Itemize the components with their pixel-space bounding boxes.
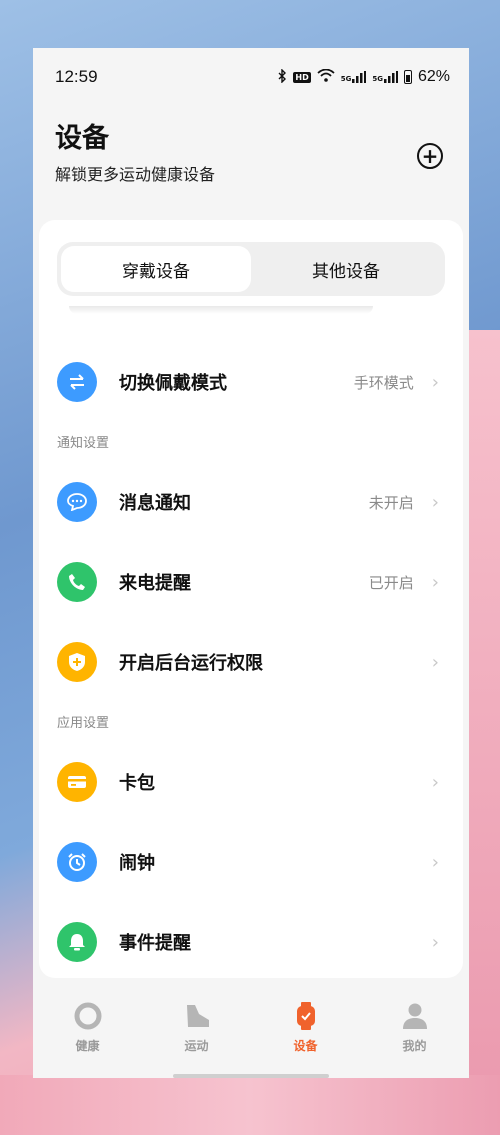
chevron-right-icon: › <box>431 931 439 953</box>
nav-item-exercise[interactable]: 运动 <box>142 983 251 1078</box>
row-event-reminder[interactable]: 事件提醒 › <box>57 912 439 972</box>
chevron-right-icon: › <box>431 651 439 673</box>
row-label: 卡包 <box>119 773 155 794</box>
ring-icon <box>73 1001 103 1031</box>
signal-icon-2: 5G <box>372 71 398 83</box>
shoe-icon <box>182 1001 212 1031</box>
nav-label: 运动 <box>184 1039 209 1053</box>
battery-percent: 62% <box>417 68 450 85</box>
page-title: 设备 <box>55 123 109 154</box>
plus-icon: + <box>421 144 439 168</box>
section-notification-settings: 通知设置 <box>57 436 110 451</box>
status-time: 12:59 <box>55 67 98 86</box>
signal-1-label: 5G <box>340 75 352 83</box>
row-alarm[interactable]: 闹钟 › <box>57 832 439 892</box>
nav-item-devices[interactable]: 设备 <box>251 983 360 1078</box>
chevron-right-icon: › <box>431 491 439 513</box>
row-label: 来电提醒 <box>119 573 191 594</box>
chevron-right-icon: › <box>431 571 439 593</box>
status-bar: 12:59 HD 5G 5G 62% <box>33 48 469 106</box>
message-icon <box>57 482 97 522</box>
row-value: 未开启 <box>368 493 414 512</box>
settings-card: 穿戴设备 其他设备 切换佩戴模式 手环模式 › 通知设置 消息通知 未开启 › <box>39 220 463 978</box>
row-call-reminder[interactable]: 来电提醒 已开启 › <box>57 552 439 612</box>
page-header: 设备 解锁更多运动健康设备 <box>55 116 215 185</box>
row-label: 开启后台运行权限 <box>119 653 263 674</box>
signal-2-label: 5G <box>372 75 383 83</box>
home-indicator[interactable] <box>173 1074 329 1078</box>
row-value: 已开启 <box>368 573 414 592</box>
row-wallet[interactable]: 卡包 › <box>57 752 439 812</box>
nav-item-me[interactable]: 我的 <box>360 983 469 1078</box>
row-label: 切换佩戴模式 <box>119 373 227 394</box>
row-label: 闹钟 <box>119 853 155 874</box>
status-icons: HD 5G 5G 62% <box>277 67 450 86</box>
row-label: 消息通知 <box>119 493 191 514</box>
phone-icon <box>57 562 97 602</box>
wallpaper-bottom <box>0 1075 500 1135</box>
section-app-settings: 应用设置 <box>57 716 110 731</box>
person-icon <box>400 1001 430 1031</box>
chevron-right-icon: › <box>431 851 439 873</box>
chevron-right-icon: › <box>431 371 439 393</box>
add-device-button[interactable]: + <box>417 143 443 169</box>
signal-icon-1: 5G <box>341 71 367 83</box>
tab-wearable-devices[interactable]: 穿戴设备 <box>61 246 251 292</box>
bell-icon <box>57 922 97 962</box>
phone-screen: 12:59 HD 5G 5G 62% 设备 解锁更多运动健康设备 + 穿戴设备 … <box>33 48 469 1078</box>
switch-arrows-icon <box>57 362 97 402</box>
row-value: 手环模式 <box>353 373 414 392</box>
wifi-icon <box>317 68 335 85</box>
chevron-right-icon: › <box>431 771 439 793</box>
row-label: 事件提醒 <box>119 933 191 954</box>
watch-icon <box>291 1001 321 1031</box>
alarm-clock-icon <box>57 842 97 882</box>
nav-item-health[interactable]: 健康 <box>33 983 142 1078</box>
shield-plus-icon <box>57 642 97 682</box>
nav-label: 健康 <box>75 1039 100 1053</box>
scroll-shadow <box>69 306 373 314</box>
page-subtitle: 解锁更多运动健康设备 <box>55 165 216 184</box>
row-message-notification[interactable]: 消息通知 未开启 › <box>57 472 439 532</box>
row-switch-mode[interactable]: 切换佩戴模式 手环模式 › <box>57 352 439 412</box>
row-background-permission[interactable]: 开启后台运行权限 › <box>57 632 439 692</box>
bluetooth-icon <box>277 67 287 86</box>
card-icon <box>57 762 97 802</box>
tab-other-devices[interactable]: 其他设备 <box>251 246 441 292</box>
nav-label: 设备 <box>293 1039 318 1053</box>
nav-label: 我的 <box>402 1039 427 1053</box>
bottom-nav: 健康 运动 设备 我的 <box>33 983 469 1078</box>
battery-icon <box>403 70 412 84</box>
hd-badge: HD <box>293 71 311 83</box>
device-tabs: 穿戴设备 其他设备 <box>57 242 445 296</box>
